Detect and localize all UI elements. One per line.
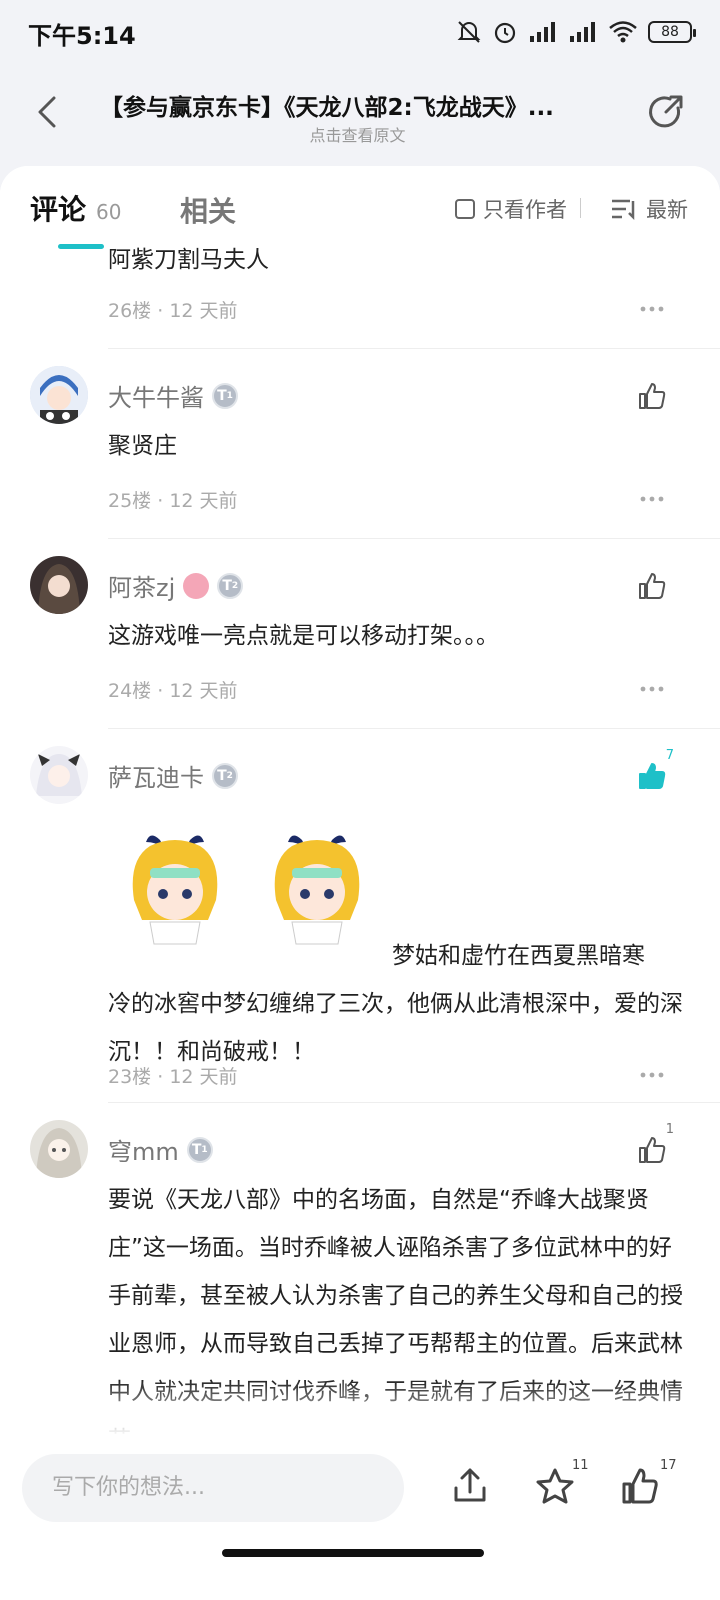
- avatar[interactable]: [30, 556, 88, 614]
- like-icon-active[interactable]: [636, 760, 668, 792]
- comment-text: 聚贤庄: [108, 433, 177, 459]
- signal-icon-2: [570, 22, 595, 42]
- username-row: 阿茶zj T2: [108, 568, 244, 603]
- battery-indicator: 88: [648, 21, 696, 43]
- comment-meta: 24楼 · 12 天前: [108, 680, 238, 702]
- view-original-link[interactable]: 点击查看原文: [100, 122, 615, 146]
- comment-meta: 23楼 · 12 天前: [108, 1066, 238, 1088]
- sort-label: 最新: [646, 198, 688, 222]
- level-badge: T1: [186, 1136, 213, 1163]
- sticker-image: [132, 835, 218, 945]
- level-badge: T2: [212, 762, 238, 789]
- like-icon[interactable]: [620, 1466, 660, 1506]
- fade-overlay: [0, 1380, 720, 1436]
- username[interactable]: 萨瓦迪卡: [108, 758, 204, 793]
- comment-meta: 25楼 · 12 天前: [108, 490, 238, 512]
- status-time: 下午5:14: [28, 22, 136, 50]
- level-badge: T1: [212, 382, 238, 409]
- level-number: 2: [231, 580, 239, 591]
- more-icon[interactable]: [640, 686, 664, 692]
- level-number: 2: [226, 770, 233, 781]
- comment-item: 大牛牛酱 T1 聚贤庄 25楼 · 12 天前: [0, 366, 720, 546]
- like-count: 1: [665, 1122, 674, 1137]
- like-icon[interactable]: [636, 1134, 668, 1166]
- only-author-toggle[interactable]: 只看作者: [455, 194, 567, 224]
- share-icon[interactable]: [646, 92, 686, 132]
- tab-related[interactable]: 相关: [180, 190, 236, 230]
- level-number: 1: [201, 1144, 208, 1155]
- time: 12 天前: [169, 300, 238, 322]
- bottom-action-bar: 写下你的想法... 11 17: [0, 1434, 720, 1600]
- separator: [108, 728, 720, 729]
- like-icon[interactable]: [636, 570, 668, 602]
- like-count: 17: [660, 1458, 677, 1473]
- more-icon[interactable]: [640, 1072, 664, 1078]
- comment-item: 阿茶zj T2 这游戏唯一亮点就是可以移动打架。。。 24楼 · 12 天前: [0, 556, 720, 736]
- sticker-image: [274, 835, 360, 945]
- floor: 26楼: [108, 300, 152, 322]
- level-number: 1: [226, 390, 233, 401]
- alarm-icon: [494, 22, 516, 44]
- signal-icon: [530, 22, 555, 42]
- tab-comments-count: 60: [96, 200, 122, 224]
- wifi-icon: [609, 21, 637, 43]
- username-row: 大牛牛酱 T1: [108, 378, 238, 413]
- tab-comments-label: 评论: [30, 193, 87, 226]
- honor-badge-icon: [183, 572, 210, 599]
- tab-comments[interactable]: 评论 60: [30, 188, 121, 228]
- checkbox-icon: [455, 199, 475, 219]
- time: 12 天前: [169, 490, 238, 512]
- comment-meta: 26楼 · 12 天前: [108, 300, 238, 322]
- avatar[interactable]: [30, 746, 88, 804]
- sort-button[interactable]: 最新: [610, 194, 688, 224]
- username[interactable]: 大牛牛酱: [108, 378, 204, 413]
- comments-panel: 评论 60 相关 只看作者 最新 阿紫刀割马夫人 26楼 · 12 天前 大牛牛…: [0, 166, 720, 1466]
- star-icon[interactable]: [535, 1466, 575, 1506]
- mute-bell-icon: [457, 21, 481, 43]
- username-row: 萨瓦迪卡 T2: [108, 758, 238, 793]
- comment-text-line1: 梦姑和虚竹在西夏黑暗寒: [392, 943, 645, 969]
- like-icon[interactable]: [636, 380, 668, 412]
- separator: [108, 348, 720, 349]
- level-badge: T2: [217, 572, 244, 599]
- home-indicator: [222, 1549, 484, 1557]
- more-icon[interactable]: [640, 496, 664, 502]
- separator: [108, 538, 720, 539]
- avatar[interactable]: [30, 366, 88, 424]
- username-row: 穹mm T1: [108, 1132, 213, 1167]
- share-upload-icon[interactable]: [450, 1466, 490, 1506]
- floor: 24楼: [108, 680, 152, 702]
- more-icon[interactable]: [640, 306, 664, 312]
- floor: 25楼: [108, 490, 152, 512]
- avatar[interactable]: [30, 1120, 88, 1178]
- tab-indicator: [58, 244, 104, 249]
- sort-icon: [612, 199, 635, 221]
- tab-bar: 评论 60 相关 只看作者 最新: [0, 166, 720, 246]
- floor: 23楼: [108, 1066, 152, 1088]
- comment-text: 这游戏唯一亮点就是可以移动打架。。。: [108, 623, 499, 649]
- comment-item: 萨瓦迪卡 T2 7 梦姑和虚竹在西夏黑暗寒 冷的冰窖中梦幻缠绵了三次，他俩从此清…: [0, 746, 720, 1116]
- article-title[interactable]: 【参与赢京东卡】《天龙八部2:飞龙战天》...: [100, 88, 615, 122]
- status-bar: 下午5:14 88: [0, 0, 720, 64]
- article-header: 【参与赢京东卡】《天龙八部2:飞龙战天》... 点击查看原文: [0, 64, 720, 164]
- username[interactable]: 阿茶zj: [108, 568, 175, 603]
- status-icons: 88: [456, 16, 696, 48]
- divider: [580, 198, 581, 218]
- star-count: 11: [572, 1458, 589, 1473]
- time: 12 天前: [169, 1066, 238, 1088]
- like-count: 7: [665, 748, 674, 763]
- separator: [108, 1102, 720, 1103]
- only-author-label: 只看作者: [483, 198, 567, 222]
- back-arrow-icon[interactable]: [28, 92, 68, 132]
- comment-input[interactable]: 写下你的想法...: [22, 1454, 404, 1522]
- time: 12 天前: [169, 680, 238, 702]
- username[interactable]: 穹mm: [108, 1132, 179, 1167]
